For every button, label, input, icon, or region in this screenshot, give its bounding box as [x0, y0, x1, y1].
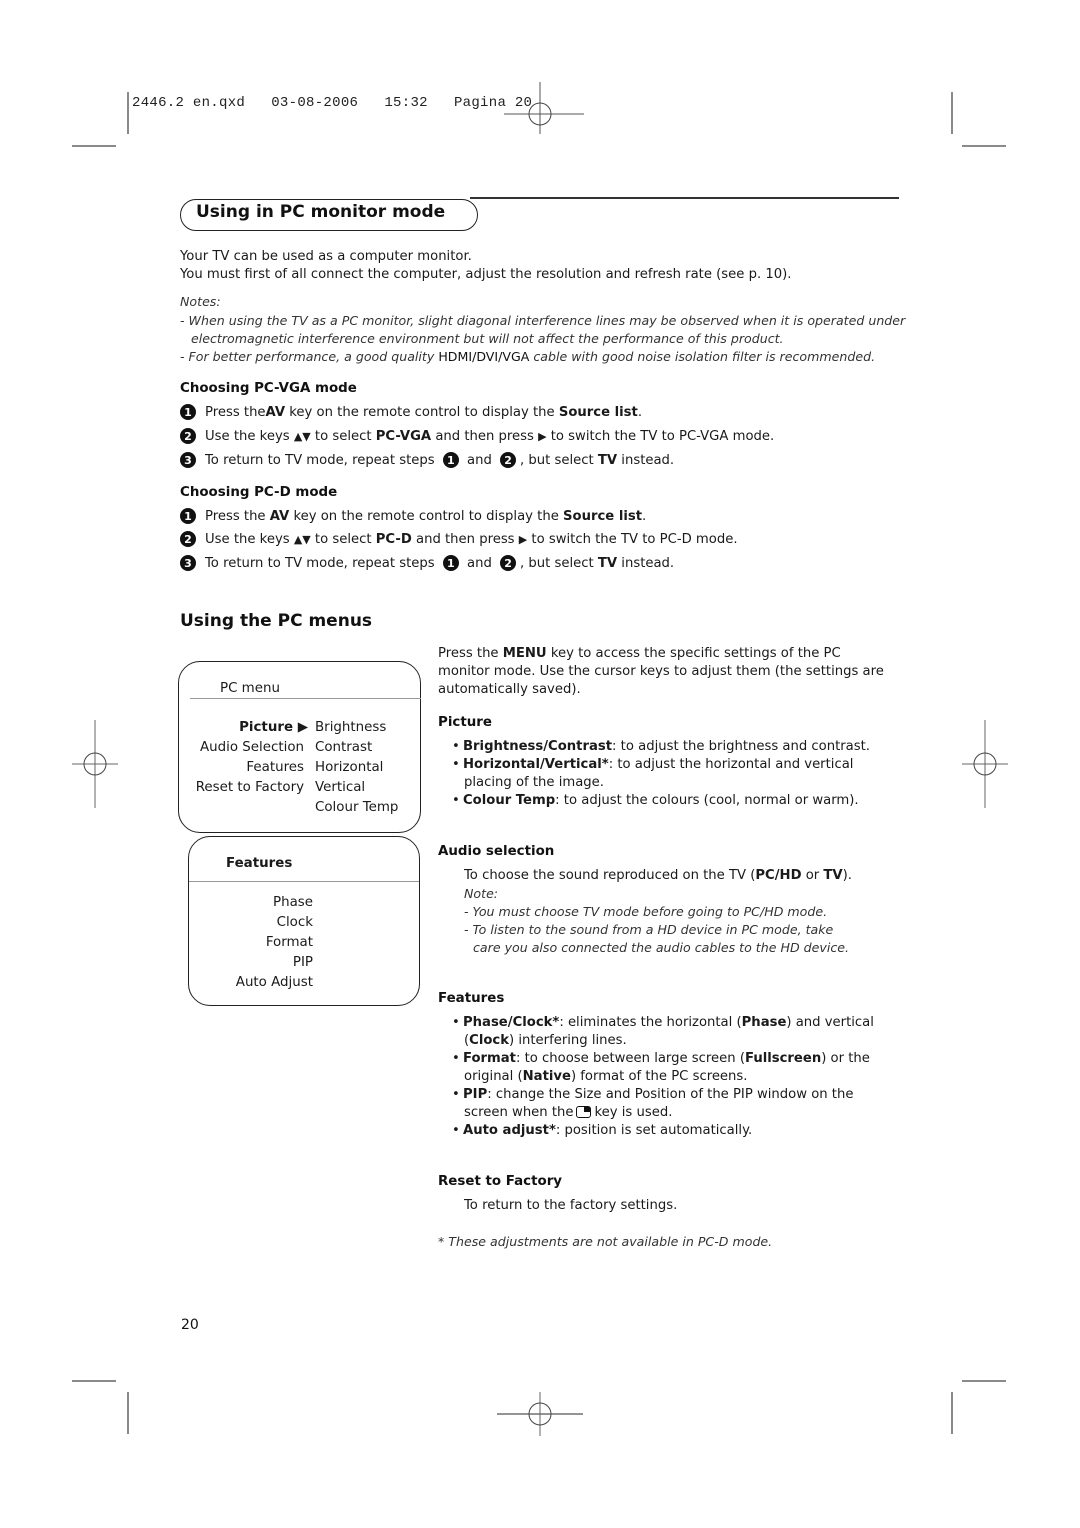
bullet-item: • Horizontal/Vertical*: to adjust the hor…: [452, 757, 854, 772]
registration-mark-icon: [962, 720, 1008, 808]
bullet-item: • Phase/Clock*: eliminates the horizontal…: [452, 1015, 874, 1030]
submenu-item-horizontal: Horizontal: [315, 760, 384, 775]
divider: [190, 698, 421, 699]
crop-mark: [72, 1380, 116, 1382]
step-number-icon: 1: [180, 404, 196, 420]
menu-intro-line: monitor mode. Use the cursor keys to adj…: [438, 664, 884, 679]
crop-mark: [951, 1392, 953, 1434]
note-line: electromagnetic interference environment…: [191, 331, 784, 346]
bullet-item: • Auto adjust*: position is set automatic…: [452, 1123, 753, 1138]
crop-mark: [127, 92, 129, 134]
print-slug: 2446.2 en.qxd 03-08-2006 15:32 Pagina 20: [132, 95, 533, 111]
features-item-pip: PIP: [292, 955, 313, 970]
divider: [189, 881, 419, 882]
menu-intro-line: automatically saved).: [438, 682, 581, 697]
step-item: 3 To return to TV mode, repeat steps 1 an…: [180, 555, 674, 571]
section-heading-pc-d: Choosing PC-D mode: [180, 485, 338, 500]
crop-mark: [127, 1392, 129, 1434]
step-number-icon: 3: [180, 452, 196, 468]
audio-note-line: care you also connected the audio cables…: [473, 940, 850, 955]
audio-note-line: - To listen to the sound from a HD devic…: [464, 922, 834, 937]
section-heading-pc-vga: Choosing PC-VGA mode: [180, 381, 357, 396]
registration-mark-icon: [497, 1392, 583, 1436]
features-item-format: Format: [265, 935, 313, 950]
step-number-icon: 1: [442, 452, 459, 468]
features-menu-title: Features: [226, 856, 293, 871]
submenu-item-vertical: Vertical: [315, 780, 366, 795]
step-number-icon: 2: [500, 555, 517, 571]
reset-description: To return to the factory settings.: [464, 1198, 678, 1213]
registration-mark-icon: [72, 720, 118, 808]
bullet-item: • Brightness/Contrast: to adjust the brig…: [452, 739, 871, 754]
menu-intro-line: Press the MENU key to access the specifi…: [438, 646, 841, 661]
section-heading-pc-menus: Using the PC menus: [180, 611, 373, 631]
up-down-arrow-icon: ▲▼: [293, 532, 311, 546]
step-item: 1 Press the AV key on the remote control …: [180, 404, 642, 420]
step-item: 2 Use the keys ▲▼ to select PC-D and then…: [180, 531, 738, 547]
submenu-item-brightness: Brightness: [315, 720, 387, 735]
step-number-icon: 2: [500, 452, 517, 468]
audio-selection-heading: Audio selection: [438, 844, 555, 859]
bullet-continuation: (Clock) interfering lines.: [464, 1033, 627, 1048]
crop-mark: [962, 1380, 1006, 1382]
title-rule: [470, 197, 899, 199]
notes-heading: Notes:: [180, 294, 221, 309]
step-number-icon: 2: [180, 428, 196, 444]
right-arrow-icon: ▶: [518, 532, 528, 546]
reset-heading: Reset to Factory: [438, 1174, 563, 1189]
audio-description: To choose the sound reproduced on the TV…: [464, 868, 852, 883]
pc-menu-item-audio-selection: Audio Selection: [199, 740, 304, 755]
pc-menu-item-features: Features: [246, 760, 304, 775]
features-item-clock: Clock: [276, 915, 313, 930]
crop-mark: [72, 145, 116, 147]
footnote: * These adjustments are not available in…: [438, 1234, 773, 1249]
step-number-icon: 3: [180, 555, 196, 571]
picture-heading: Picture: [438, 715, 492, 730]
audio-note-line: - You must choose TV mode before going t…: [464, 904, 828, 919]
bullet-continuation: placing of the image.: [464, 775, 604, 790]
intro-line: Your TV can be used as a computer monito…: [180, 249, 472, 264]
bullet-item: • PIP: change the Size and Position of th…: [452, 1087, 854, 1102]
step-number-icon: 2: [180, 531, 196, 547]
step-item: 2 Use the keys ▲▼ to select PC-VGA and th…: [180, 428, 774, 444]
audio-note-heading: Note:: [464, 886, 499, 901]
note-line: - For better performance, a good quality…: [180, 349, 876, 364]
pc-menu-title: PC menu: [220, 681, 280, 696]
pc-menu-item-picture: Picture ▶: [239, 720, 308, 735]
bullet-continuation: original (Native) format of the PC scree…: [464, 1069, 748, 1084]
pip-key-icon: [576, 1106, 592, 1118]
intro-line: You must first of all connect the comput…: [180, 267, 792, 282]
pc-menu-item-reset-to-factory: Reset to Factory: [195, 780, 304, 795]
step-number-icon: 1: [442, 555, 459, 571]
up-down-arrow-icon: ▲▼: [293, 429, 311, 443]
page-number: 20: [181, 1317, 199, 1333]
submenu-item-contrast: Contrast: [315, 740, 373, 755]
page-title: Using in PC monitor mode: [196, 202, 446, 222]
features-heading: Features: [438, 991, 505, 1006]
bullet-continuation: screen when the key is used.: [464, 1105, 673, 1120]
crop-mark: [962, 145, 1006, 147]
features-item-phase: Phase: [273, 895, 313, 910]
note-line: - When using the TV as a PC monitor, sli…: [180, 313, 906, 328]
submenu-item-colour-temp: Colour Temp: [315, 800, 399, 815]
bullet-item: • Format: to choose between large screen …: [452, 1051, 870, 1066]
right-arrow-icon: ▶: [538, 429, 547, 443]
step-item: 1 Press the AV key on the remote control …: [180, 508, 646, 524]
step-number-icon: 1: [180, 508, 196, 524]
features-item-auto-adjust: Auto Adjust: [235, 975, 313, 990]
crop-mark: [951, 92, 953, 134]
bullet-item: • Colour Temp: to adjust the colours (coo…: [452, 793, 859, 808]
step-item: 3 To return to TV mode, repeat steps 1 an…: [180, 452, 674, 468]
